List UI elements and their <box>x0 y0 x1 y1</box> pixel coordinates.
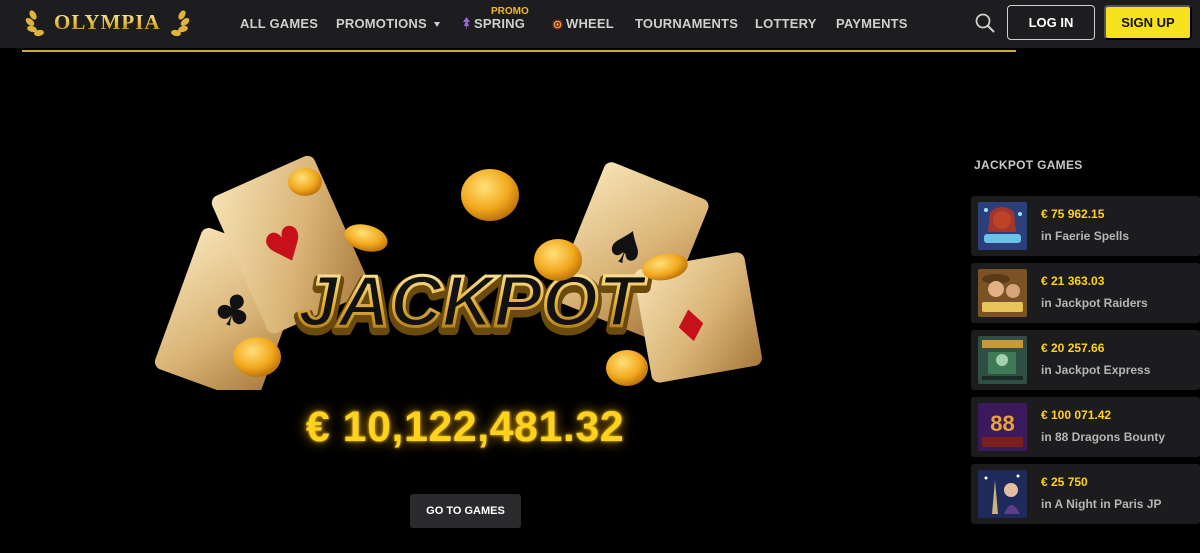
nav-promotions-label: PROMOTIONS <box>336 16 427 31</box>
jackpot-game-item[interactable]: € 20 257.66 in Jackpot Express <box>971 330 1200 390</box>
logo-wordmark: OLYMPIA <box>54 9 161 34</box>
laurel-right-icon <box>170 10 189 37</box>
top-navigation-bar: OLYMPIA ALL GAMES PROMOTIONS PROMO SPRIN… <box>0 0 1200 48</box>
jackpot-express-thumbnail[interactable] <box>978 336 1027 384</box>
game-name: in Jackpot Express <box>1041 363 1151 377</box>
game-name: in A Night in Paris JP <box>1041 497 1162 511</box>
login-button[interactable]: LOG IN <box>1007 5 1095 40</box>
signup-button[interactable]: SIGN UP <box>1104 5 1192 40</box>
nav-tournaments-label: TOURNAMENTS <box>635 16 739 31</box>
game-name: in Jackpot Raiders <box>1041 296 1148 310</box>
night-in-paris-thumbnail[interactable] <box>978 470 1027 518</box>
nav-all-games[interactable]: ALL GAMES <box>240 16 318 31</box>
go-to-games-button[interactable]: GO TO GAMES <box>410 494 521 528</box>
game-name: in Faerie Spells <box>1041 229 1130 243</box>
nav-lottery[interactable]: LOTTERY <box>755 16 817 31</box>
game-name: in 88 Dragons Bounty <box>1041 430 1166 444</box>
nav-promotions[interactable]: PROMOTIONS <box>336 16 440 31</box>
svg-text:88: 88 <box>990 411 1014 436</box>
jackpot-amount: € 25 750 <box>1041 475 1088 489</box>
nav-spring[interactable]: SPRING <box>462 16 525 31</box>
spring-icon <box>463 17 470 30</box>
jackpot-amount: € 75 962.15 <box>1041 207 1105 221</box>
laurel-left-icon <box>25 10 44 37</box>
jackpot-amount: € 21 363.03 <box>1041 274 1105 288</box>
jackpot-game-item[interactable]: € 21 363.03 in Jackpot Raiders <box>971 263 1200 323</box>
jackpot-banner-art: ♣ ♥ ♠ ♦ JACKPOT JACKPOT <box>154 155 762 390</box>
search-icon[interactable] <box>974 12 996 34</box>
jackpot-game-item[interactable]: 88 € 100 071.42 in 88 Dragons Bounty <box>971 397 1200 457</box>
jackpot-games-title: JACKPOT GAMES <box>974 158 1083 172</box>
jackpot-raiders-thumbnail[interactable] <box>978 269 1027 317</box>
88-dragons-bounty-thumbnail[interactable]: 88 <box>978 403 1027 451</box>
jackpot-total-amount: € 10,122,481.32 <box>305 403 625 451</box>
jackpot-game-item[interactable]: € 75 962.15 in Faerie Spells <box>971 196 1200 256</box>
jackpot-game-item[interactable]: € 25 750 in A Night in Paris JP <box>971 464 1200 524</box>
jackpot-word: JACKPOT <box>298 262 648 342</box>
nav-payments-label: PAYMENTS <box>836 16 908 31</box>
header-divider <box>22 50 1016 52</box>
faerie-spells-thumbnail[interactable] <box>978 202 1027 250</box>
nav-all-games-label: ALL GAMES <box>240 16 319 31</box>
nav-spring-label: SPRING <box>474 16 526 31</box>
olympia-logo[interactable]: OLYMPIA <box>24 6 191 38</box>
wheel-icon <box>552 19 563 30</box>
nav-payments[interactable]: PAYMENTS <box>836 16 908 31</box>
nav-wheel-label: WHEEL <box>566 16 614 31</box>
jackpot-games-list: € 75 962.15 in Faerie Spells € 21 363.03… <box>971 196 1200 531</box>
nav-lottery-label: LOTTERY <box>755 16 817 31</box>
chevron-down-icon <box>433 22 440 28</box>
jackpot-amount: € 100 071.42 <box>1041 408 1112 422</box>
nav-wheel[interactable]: WHEEL <box>552 16 614 31</box>
jackpot-amount: € 20 257.66 <box>1041 341 1105 355</box>
nav-tournaments[interactable]: TOURNAMENTS <box>635 16 738 31</box>
